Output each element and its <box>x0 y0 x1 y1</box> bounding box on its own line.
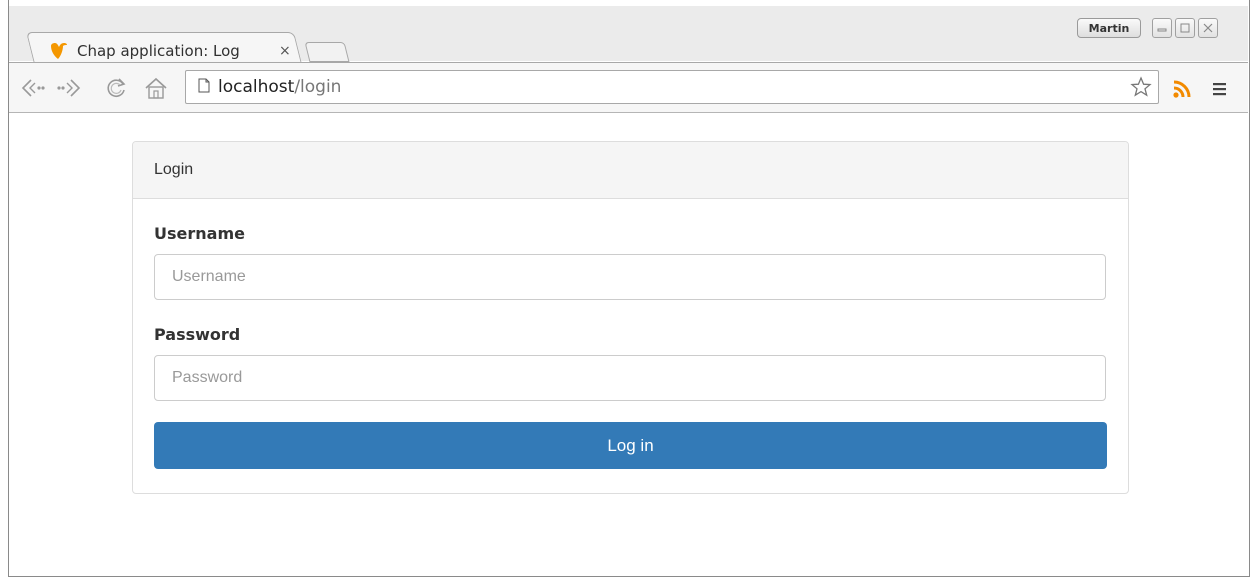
page-content: Login Username Password Log in <box>9 113 1248 576</box>
rss-icon[interactable] <box>1172 79 1192 103</box>
password-input[interactable] <box>154 355 1106 401</box>
typo3-logo-icon <box>49 41 69 61</box>
url-host: localhost <box>218 77 295 97</box>
username-input[interactable] <box>154 254 1106 300</box>
maximize-icon[interactable] <box>1175 18 1195 38</box>
new-tab-button[interactable] <box>304 42 350 62</box>
tab-close-icon[interactable]: × <box>279 43 291 59</box>
browser-toolbar: localhost/login <box>9 62 1248 113</box>
forward-icon[interactable] <box>57 75 83 101</box>
back-icon[interactable] <box>19 75 45 101</box>
login-form: Username Password Log in <box>133 224 1128 469</box>
username-label: Username <box>154 224 245 243</box>
page-icon <box>198 78 210 97</box>
tab-title: Chap application: Log <box>77 42 240 60</box>
home-icon[interactable] <box>143 75 169 101</box>
close-icon[interactable] <box>1198 18 1218 38</box>
profile-button[interactable]: Martin <box>1077 18 1141 38</box>
login-button[interactable]: Log in <box>154 422 1107 469</box>
menu-icon[interactable] <box>1212 81 1228 100</box>
tab-strip: Chap application: Log × Martin <box>9 6 1248 68</box>
reload-icon[interactable] <box>103 75 129 101</box>
star-icon[interactable] <box>1130 76 1152 102</box>
login-panel: Login Username Password Log in <box>132 141 1129 494</box>
minimize-icon[interactable] <box>1152 18 1172 38</box>
address-bar[interactable]: localhost/login <box>185 70 1159 104</box>
password-label: Password <box>154 325 241 344</box>
panel-heading: Login <box>133 142 1128 199</box>
url-path: /login <box>294 77 342 97</box>
url-text: localhost/login <box>218 77 341 97</box>
